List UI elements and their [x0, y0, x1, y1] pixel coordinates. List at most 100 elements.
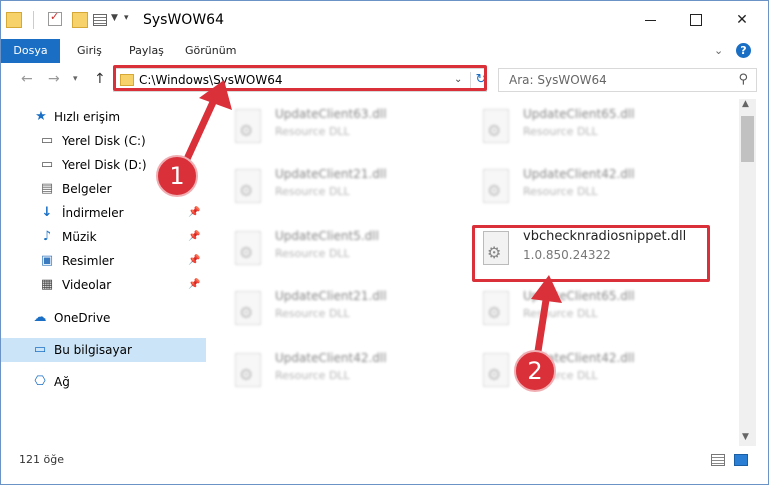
file-name: UpdateClient42.dll: [275, 351, 387, 365]
list-item[interactable]: ⚙ UpdateClient65.dll Resource DLL: [479, 105, 719, 157]
dll-file-icon: ⚙: [479, 353, 513, 393]
sidebar-item-label: İndirmeler: [62, 206, 124, 220]
file-name: UpdateClient5.dll: [275, 229, 379, 243]
sidebar-item-quick-access[interactable]: ★ Hızlı erişim: [1, 105, 206, 129]
sidebar-item-label: Müzik: [62, 230, 97, 244]
help-icon[interactable]: ?: [736, 43, 751, 58]
sidebar-item-downloads[interactable]: ↓ İndirmeler 📌: [1, 201, 206, 225]
pin-icon[interactable]: 📌: [188, 249, 200, 273]
sidebar-item-pictures[interactable]: ▣ Resimler 📌: [1, 249, 206, 273]
dll-file-icon: ⚙: [479, 109, 513, 149]
file-type: Resource DLL: [275, 185, 350, 198]
file-type: Resource DLL: [523, 185, 598, 198]
window-title: SysWOW64: [143, 12, 224, 28]
expand-ribbon-icon[interactable]: ⌄: [714, 44, 723, 57]
back-button[interactable]: ←: [21, 71, 33, 87]
star-icon: ★: [35, 109, 47, 124]
download-icon: ↓: [41, 205, 53, 220]
search-input[interactable]: Ara: SysWOW64: [509, 73, 607, 87]
sidebar-item-label: Videolar: [62, 278, 112, 292]
minimize-icon: [644, 19, 656, 21]
drive-icon: ▭: [40, 133, 54, 148]
maximize-button[interactable]: [673, 1, 719, 39]
sidebar-item-disk-c[interactable]: ▭ Yerel Disk (C:): [1, 129, 206, 153]
recent-locations-button[interactable]: ▾: [73, 74, 78, 84]
sidebar-item-videos[interactable]: ▦ Videolar 📌: [1, 273, 206, 297]
search-box[interactable]: Ara: SysWOW64 ⚲: [498, 68, 757, 92]
list-item[interactable]: ⚙ UpdateClient5.dll Resource DLL: [231, 227, 471, 279]
sidebar-item-onedrive[interactable]: ☁ OneDrive: [1, 306, 206, 330]
customize-toolbar-icon[interactable]: ▾: [124, 13, 129, 23]
document-icon: ▤: [40, 181, 54, 196]
list-item[interactable]: ⚙ UpdateClient42.dll Resource DLL: [231, 349, 471, 401]
file-name: UpdateClient21.dll: [275, 289, 387, 303]
file-name: UpdateClient63.dll: [275, 107, 387, 121]
search-icon[interactable]: ⚲: [738, 72, 748, 87]
minimize-button[interactable]: [627, 1, 673, 39]
step-badge-2: 2: [514, 350, 556, 392]
forward-button[interactable]: →: [48, 71, 60, 87]
music-icon: ♪: [42, 229, 52, 244]
new-folder-icon[interactable]: [72, 12, 88, 28]
file-type: Resource DLL: [275, 125, 350, 138]
file-name: UpdateClient65.dll: [523, 289, 635, 303]
scroll-down-icon[interactable]: ▼: [742, 432, 749, 442]
sidebar-item-label: Yerel Disk (C:): [62, 134, 146, 148]
scroll-up-icon[interactable]: ▲: [742, 99, 749, 109]
list-item[interactable]: ⚙ UpdateClient21.dll Resource DLL: [231, 287, 471, 339]
list-item[interactable]: ⚙ UpdateClient21.dll Resource DLL: [231, 165, 471, 217]
list-item[interactable]: ⚙ UpdateClient42.dll Resource DLL: [479, 165, 719, 217]
sidebar-item-label: Resimler: [62, 254, 115, 268]
file-type: Resource DLL: [275, 247, 350, 260]
computer-icon: ▭: [33, 342, 47, 357]
folder-icon[interactable]: [6, 12, 22, 28]
file-highlight-box: [472, 225, 710, 282]
navigation-pane: ★ Hızlı erişim ▭ Yerel Disk (C:) ▭ Yerel…: [1, 99, 206, 444]
tab-paylas[interactable]: Paylaş: [129, 39, 164, 63]
address-highlight-box: [113, 65, 487, 91]
tiles-view-icon[interactable]: [734, 454, 748, 466]
item-count: 121 öğe: [19, 453, 64, 466]
dll-file-icon: ⚙: [231, 169, 265, 209]
sidebar-item-label: Belgeler: [62, 182, 112, 196]
sidebar-item-music[interactable]: ♪ Müzik 📌: [1, 225, 206, 249]
details-view-icon[interactable]: [711, 454, 725, 466]
drive-icon: ▭: [40, 157, 54, 172]
vertical-scrollbar[interactable]: ▲ ▼: [739, 99, 756, 446]
tab-giris[interactable]: Giriş: [77, 39, 102, 63]
dll-file-icon: ⚙: [479, 169, 513, 209]
ribbon-tabs: Dosya Giriş Paylaş Görünüm: [1, 39, 768, 64]
file-type: Resource DLL: [523, 307, 598, 320]
dll-file-icon: ⚙: [231, 353, 265, 393]
sidebar-item-label: OneDrive: [54, 311, 111, 325]
pin-icon[interactable]: 📌: [188, 273, 200, 297]
pin-icon[interactable]: 📌: [188, 201, 200, 225]
maximize-icon: [690, 14, 702, 26]
cloud-icon: ☁: [33, 310, 47, 325]
sidebar-item-network[interactable]: ⎔ Ağ: [1, 370, 206, 394]
properties-check-icon[interactable]: [48, 10, 62, 26]
toolbar-separator: [33, 11, 34, 29]
close-button[interactable]: ✕: [719, 1, 765, 39]
view-properties-icon[interactable]: [93, 14, 107, 26]
dll-file-icon: ⚙: [231, 231, 265, 271]
video-icon: ▦: [40, 277, 54, 292]
list-item[interactable]: ⚙ UpdateClient65.dll Resource DLL: [479, 287, 719, 339]
file-name: UpdateClient65.dll: [523, 107, 635, 121]
pin-icon[interactable]: 📌: [188, 225, 200, 249]
file-type: Resource DLL: [275, 369, 350, 382]
sidebar-item-this-pc[interactable]: ▭ Bu bilgisayar: [1, 338, 206, 362]
dll-file-icon: ⚙: [231, 291, 265, 331]
sidebar-item-label: Bu bilgisayar: [54, 343, 132, 357]
up-button[interactable]: ↑: [94, 71, 106, 87]
tab-gorunum[interactable]: Görünüm: [185, 39, 236, 63]
chevron-down-icon[interactable]: ▼: [111, 13, 118, 23]
dll-file-icon: ⚙: [231, 109, 265, 149]
list-item[interactable]: ⚙ UpdateClient63.dll Resource DLL: [231, 105, 471, 157]
title-bar: ▼ ▾ SysWOW64 ✕: [1, 1, 768, 39]
file-type: Resource DLL: [523, 125, 598, 138]
tab-dosya[interactable]: Dosya: [1, 39, 60, 63]
scroll-thumb[interactable]: [741, 116, 754, 162]
file-type: Resource DLL: [275, 307, 350, 320]
file-name: UpdateClient21.dll: [275, 167, 387, 181]
